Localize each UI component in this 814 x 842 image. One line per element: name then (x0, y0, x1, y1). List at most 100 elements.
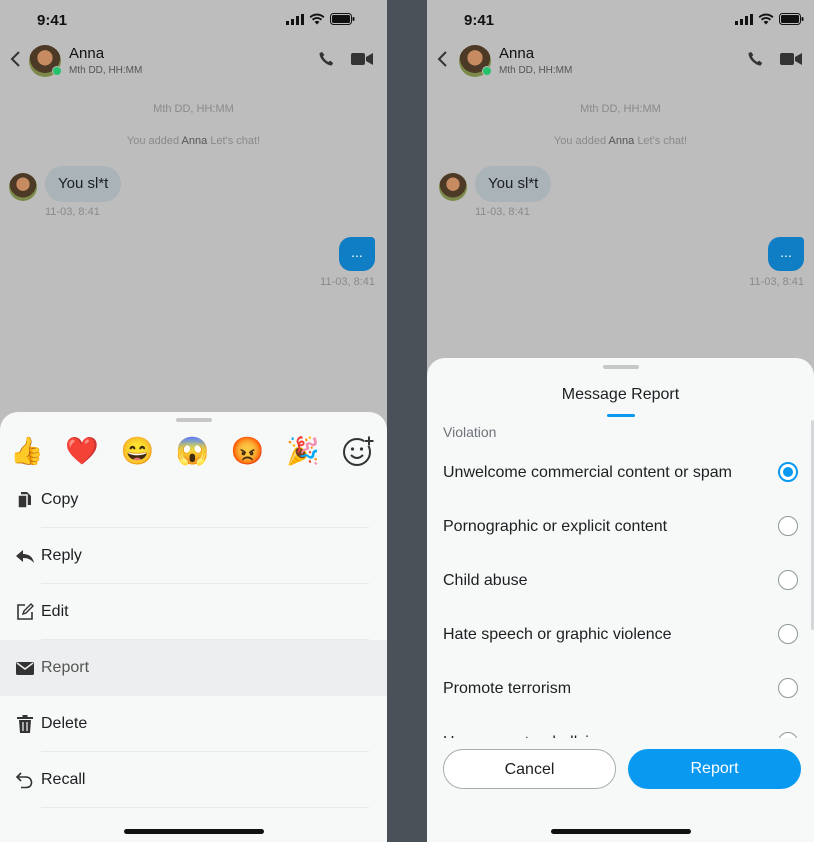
radio-unselected[interactable] (778, 678, 798, 698)
system-suffix: Let's chat! (210, 135, 261, 147)
system-prefix: You added (553, 135, 607, 147)
report-button[interactable]: Report (628, 749, 801, 789)
divider (41, 807, 369, 808)
chat-header: Anna Mth DD, HH:MM (427, 43, 814, 77)
menu-report[interactable]: Report (0, 640, 387, 696)
incoming-time: 11-03, 8:41 (45, 206, 100, 218)
incoming-time: 11-03, 8:41 (475, 206, 530, 218)
system-prefix: You added (126, 135, 180, 147)
envelope-icon (16, 662, 34, 675)
trash-icon (17, 715, 33, 733)
signal-icon (735, 13, 753, 25)
option-hate-speech[interactable]: Hate speech or graphic violence (427, 608, 814, 662)
sheet-grabber[interactable] (175, 418, 212, 422)
radio-unselected[interactable] (778, 516, 798, 536)
outgoing-time: 11-03, 8:41 (320, 276, 375, 288)
add-reaction-icon[interactable] (341, 434, 375, 468)
status-icons (286, 13, 355, 25)
option-label: Promote terrorism (443, 680, 572, 697)
reaction-grin[interactable]: 😄 (120, 434, 155, 468)
message-actions-screen: 9:41 Anna Mth DD, HH:MM Mth DD, HH:MM Yo… (0, 0, 387, 842)
edit-icon (17, 603, 34, 620)
message-report-screen: 9:41 Anna Mth DD, HH:MM Mth DD, HH:MM Yo… (427, 0, 814, 842)
violation-options: Unwelcome commercial content or spam Por… (427, 446, 814, 738)
contact-name[interactable]: Anna (69, 45, 104, 62)
report-sheet: Message Report Violation Unwelcome comme… (427, 358, 814, 842)
reaction-angry[interactable]: 😡 (231, 434, 265, 468)
radio-unselected[interactable] (778, 570, 798, 590)
video-call-icon[interactable] (780, 52, 802, 66)
video-call-icon[interactable] (351, 52, 373, 66)
option-terrorism[interactable]: Promote terrorism (427, 662, 814, 716)
menu-recall-label: Recall (41, 771, 86, 788)
home-indicator (123, 829, 264, 834)
menu-report-label: Report (41, 659, 90, 676)
contact-name[interactable]: Anna (499, 45, 534, 62)
copy-icon (17, 492, 31, 509)
contact-subtitle: Mth DD, HH:MM (499, 65, 573, 76)
option-child-abuse[interactable]: Child abuse (427, 554, 814, 608)
radio-unselected[interactable] (778, 732, 798, 738)
outgoing-message[interactable]: ... (768, 237, 804, 271)
back-chevron-icon[interactable] (435, 49, 451, 69)
message-actions-sheet: 👍 ❤️ 😄 😱 😡 🎉 Copy Reply Edit Report Dele… (0, 412, 387, 842)
wifi-icon (309, 13, 325, 25)
phone-call-icon[interactable] (746, 50, 764, 68)
date-divider: Mth DD, HH:MM (580, 103, 661, 115)
reaction-party[interactable]: 🎉 (286, 434, 320, 468)
system-name: Anna (181, 135, 208, 147)
menu-copy[interactable]: Copy (0, 472, 387, 528)
contact-subtitle: Mth DD, HH:MM (69, 65, 143, 76)
report-title: Message Report (561, 386, 680, 403)
radio-selected[interactable] (778, 462, 798, 482)
outgoing-time: 11-03, 8:41 (749, 276, 804, 288)
date-divider: Mth DD, HH:MM (153, 103, 234, 115)
battery-icon (779, 13, 804, 25)
option-explicit[interactable]: Pornographic or explicit content (427, 500, 814, 554)
reply-icon (16, 550, 34, 563)
reaction-heart[interactable]: ❤️ (65, 434, 99, 468)
sender-avatar[interactable] (439, 173, 467, 201)
battery-icon (330, 13, 355, 25)
menu-reply[interactable]: Reply (0, 528, 387, 584)
wifi-icon (758, 13, 774, 25)
status-icons (735, 13, 804, 25)
cancel-button[interactable]: Cancel (443, 749, 616, 789)
system-suffix: Let's chat! (637, 135, 688, 147)
option-harassment[interactable]: Harassment or bullying (427, 716, 814, 738)
option-label: Hate speech or graphic violence (443, 626, 672, 643)
reaction-bar: 👍 ❤️ 😄 😱 😡 🎉 (10, 434, 375, 468)
system-message: You added Anna Let's chat! (0, 135, 387, 147)
recall-icon (15, 772, 33, 789)
system-name: Anna (608, 135, 635, 147)
menu-delete-label: Delete (41, 715, 88, 732)
menu-recall[interactable]: Recall (0, 752, 387, 808)
option-label: Unwelcome commercial content or spam (443, 464, 732, 481)
home-indicator (550, 829, 691, 834)
option-label: Pornographic or explicit content (443, 518, 668, 535)
online-indicator (52, 66, 62, 76)
option-label: Child abuse (443, 572, 528, 589)
menu-edit-label: Edit (41, 603, 69, 620)
back-chevron-icon[interactable] (8, 49, 24, 69)
incoming-message[interactable]: You sl*t (45, 166, 122, 202)
menu-edit[interactable]: Edit (0, 584, 387, 640)
status-time: 9:41 (37, 12, 68, 29)
radio-unselected[interactable] (778, 624, 798, 644)
phone-call-icon[interactable] (317, 50, 335, 68)
option-spam[interactable]: Unwelcome commercial content or spam (427, 446, 814, 500)
reaction-thumbs-up[interactable]: 👍 (10, 434, 44, 468)
option-label: Harassment or bullying (443, 716, 607, 738)
title-underline (606, 414, 635, 417)
outgoing-message[interactable]: ... (339, 237, 375, 271)
signal-icon (286, 13, 304, 25)
online-indicator (482, 66, 492, 76)
sender-avatar[interactable] (9, 173, 37, 201)
sheet-grabber[interactable] (602, 365, 639, 369)
violation-label: Violation (443, 424, 497, 440)
reaction-scream[interactable]: 😱 (175, 434, 210, 468)
incoming-message[interactable]: You sl*t (475, 166, 552, 202)
system-message: You added Anna Let's chat! (427, 135, 814, 147)
menu-delete[interactable]: Delete (0, 696, 387, 752)
menu-copy-label: Copy (41, 491, 79, 508)
